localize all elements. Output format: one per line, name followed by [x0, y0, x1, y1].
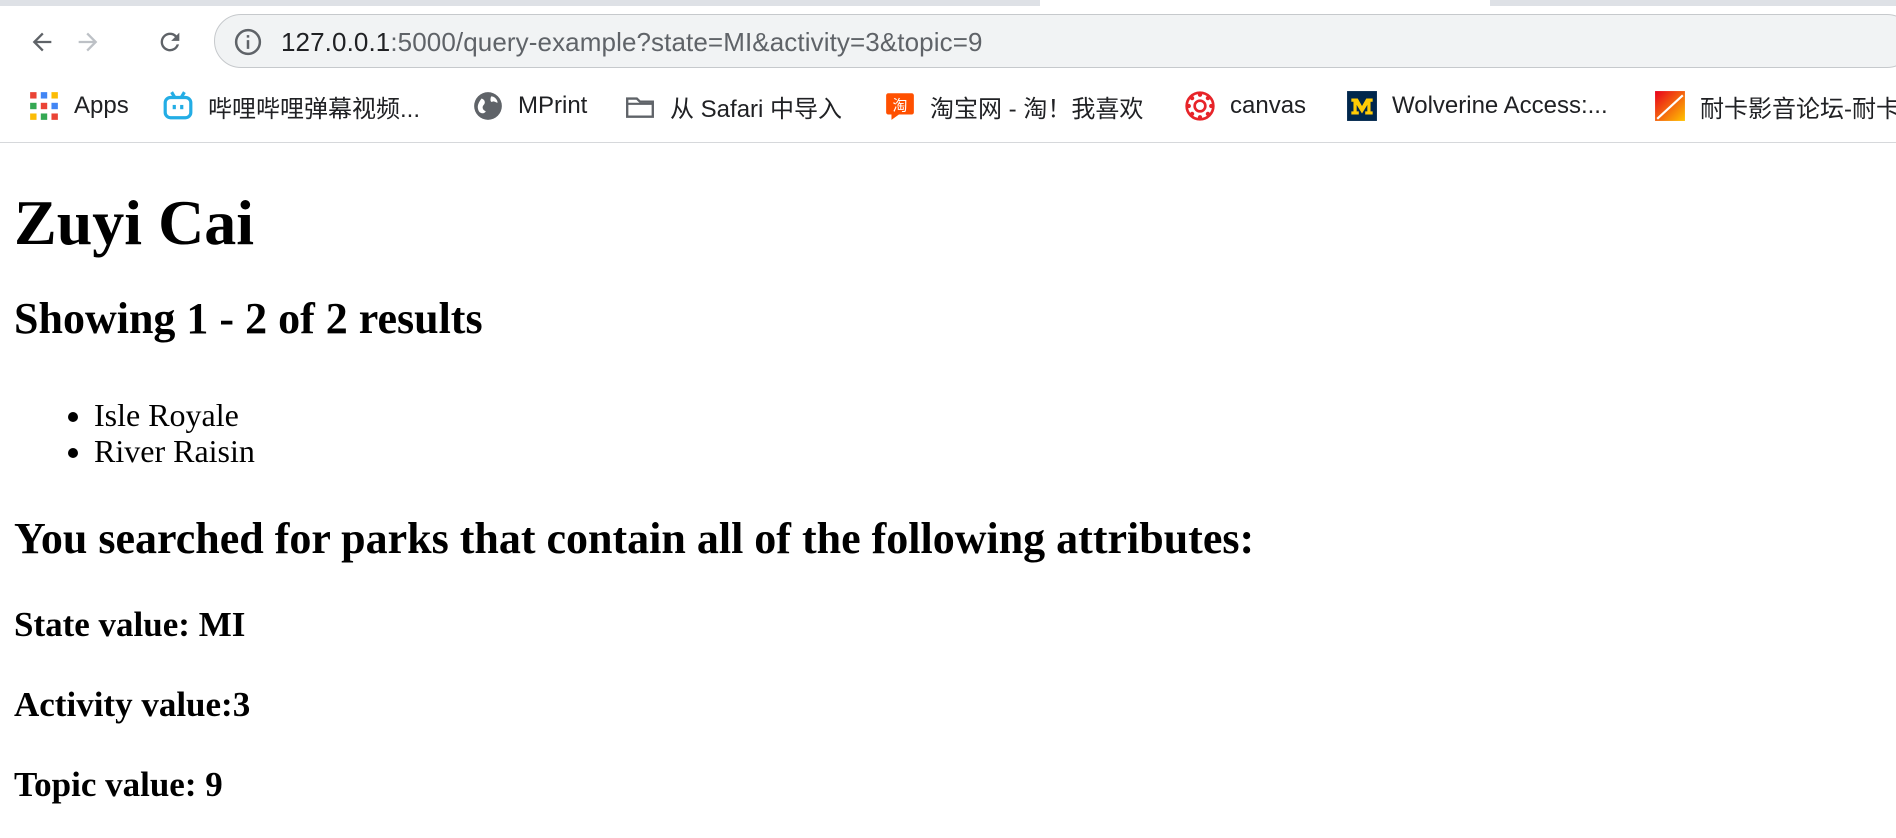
bookmark-bilibili[interactable]: 哔哩哔哩弹幕视频... [162, 86, 420, 126]
back-arrow-icon [32, 32, 52, 52]
taobao-icon: 淘 [886, 93, 914, 120]
topic-value: Topic value: 9 [14, 765, 223, 804]
forward-button[interactable] [70, 24, 106, 60]
forward-arrow-icon [78, 32, 98, 52]
park-results-list: Isle Royale River Raisin [50, 397, 255, 469]
url-host: 127.0.0.1 [281, 27, 391, 57]
folder-icon [626, 97, 654, 118]
state-value: State value: MI [14, 605, 246, 644]
bookmark-label: 淘宝网 - 淘！我喜欢 [930, 95, 1144, 123]
bookmark-apps[interactable]: Apps [28, 86, 129, 126]
browser-toolbar: 127.0.0.1:5000/query-example?state=MI&ac… [0, 6, 1896, 78]
bookmarks-bar: Apps 哔哩哔哩弹幕视频... MPrint 从 Safari 中导入 淘 淘… [0, 86, 1896, 126]
site-info-icon[interactable] [233, 27, 263, 57]
bookmark-label: 哔哩哔哩弹幕视频... [208, 95, 421, 123]
svg-text:淘: 淘 [893, 96, 908, 114]
bookmark-wolverine-access[interactable]: Wolverine Access:... [1346, 86, 1608, 126]
bookmark-label: Wolverine Access:... [1392, 92, 1608, 119]
bilibili-icon [163, 91, 193, 120]
list-item: Isle Royale [94, 397, 255, 433]
bookmark-label: canvas [1230, 92, 1307, 119]
bookmark-safari-import[interactable]: 从 Safari 中导入 [624, 86, 842, 126]
browser-chrome: 127.0.0.1:5000/query-example?state=MI&ac… [0, 0, 1896, 143]
url-path: :5000/query-example?state=MI&activity=3&… [390, 27, 983, 57]
list-item: River Raisin [94, 433, 255, 469]
back-button[interactable] [24, 24, 60, 60]
search-criteria-heading: You searched for parks that contain all … [14, 514, 1255, 563]
bookmark-label: 从 Safari 中导入 [670, 95, 843, 123]
bookmark-label: Apps [74, 92, 129, 119]
activity-value: Activity value:3 [14, 685, 251, 724]
reload-button[interactable] [152, 24, 188, 60]
bookmark-mprint[interactable]: MPrint [472, 86, 587, 126]
url-text[interactable]: 127.0.0.1:5000/query-example?state=MI&ac… [281, 28, 983, 56]
reload-icon [160, 32, 180, 52]
bookmark-taobao[interactable]: 淘 淘宝网 - 淘！我喜欢 [884, 86, 1143, 126]
bookmark-naika[interactable]: 耐卡影音论坛-耐卡 [1654, 86, 1896, 126]
bookmark-canvas[interactable]: canvas [1184, 86, 1306, 126]
page-title: Zuyi Cai [14, 187, 255, 258]
address-bar[interactable]: 127.0.0.1:5000/query-example?state=MI&ac… [214, 14, 1896, 68]
bookmark-label: 耐卡影音论坛-耐卡 [1700, 95, 1896, 123]
apps-grid-icon [30, 92, 58, 120]
results-count-heading: Showing 1 - 2 of 2 results [14, 294, 483, 343]
naika-icon [1655, 91, 1685, 121]
canvas-icon [1185, 91, 1215, 121]
bookmark-label: MPrint [518, 92, 588, 119]
globe-icon [474, 92, 502, 120]
michigan-m-icon [1347, 91, 1377, 121]
page-content: Zuyi Cai Showing 1 - 2 of 2 results Isle… [0, 143, 1896, 838]
